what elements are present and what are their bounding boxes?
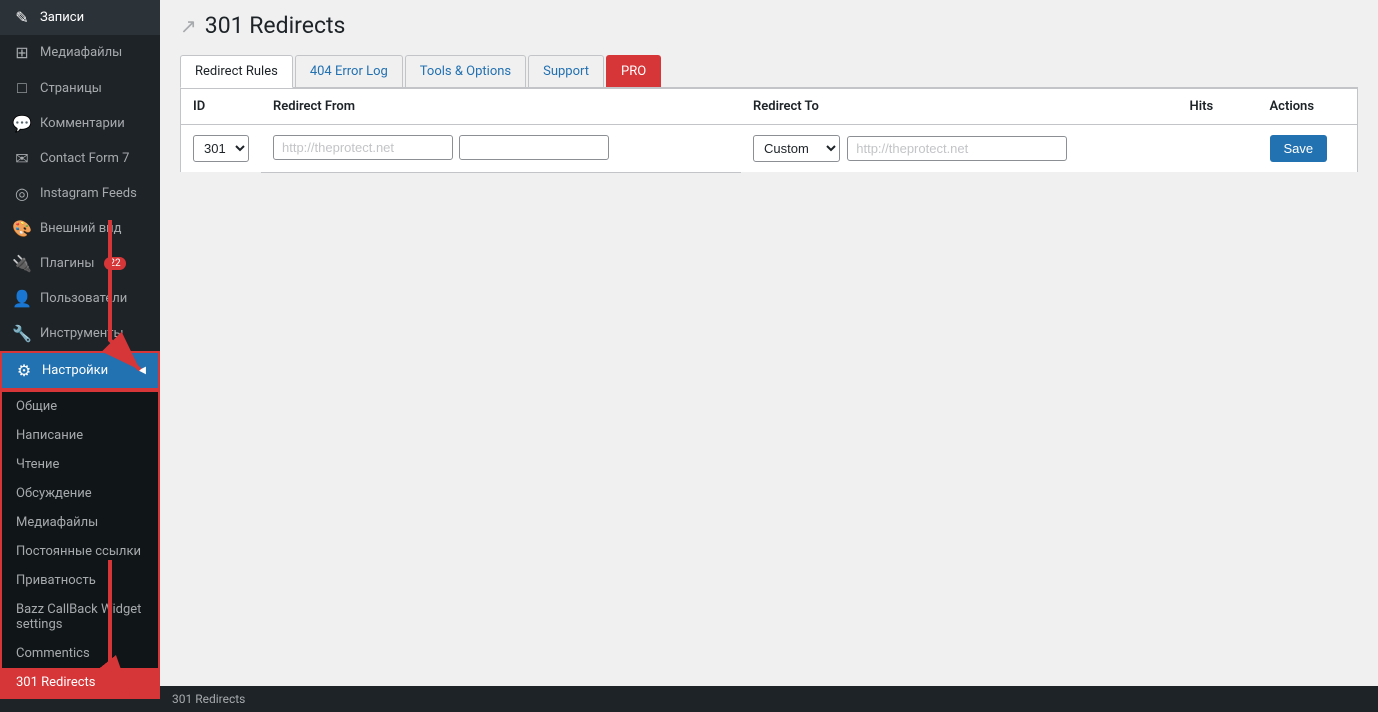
tab-pro[interactable]: PRO: [606, 55, 661, 87]
tab-404-error-log[interactable]: 404 Error Log: [295, 55, 403, 87]
tabs-bar: Redirect Rules 404 Error Log Tools & Opt…: [180, 47, 1358, 88]
contact-form-icon: ✉: [12, 149, 32, 168]
main-content: ↗ 301 Redirects Redirect Rules 404 Error…: [160, 0, 1378, 712]
sidebar-item-plugins[interactable]: 🔌 Плагины 22: [0, 246, 160, 281]
sidebar-item-pages[interactable]: □ Страницы: [0, 70, 160, 106]
save-button[interactable]: Save: [1270, 135, 1328, 162]
posts-icon: ✎: [12, 8, 32, 27]
sidebar-item-tools[interactable]: 🔧 Инструменты: [0, 316, 160, 351]
submenu-commentics[interactable]: Commentics: [2, 639, 158, 668]
sidebar-item-comments[interactable]: 💬 Комментарии: [0, 106, 160, 141]
users-icon: 👤: [12, 289, 32, 308]
sidebar-item-posts[interactable]: ✎ Записи: [0, 0, 160, 35]
status-cell: 301 302 307: [181, 125, 262, 173]
pages-icon: □: [12, 78, 32, 98]
redirect-from-url[interactable]: [273, 135, 453, 160]
col-header-redirect-to: Redirect To: [741, 89, 1178, 125]
appearance-icon: 🎨: [12, 219, 32, 238]
sidebar-item-users[interactable]: 👤 Пользователи: [0, 281, 160, 316]
settings-icon: ⚙: [14, 361, 34, 380]
new-redirect-row: 301 302 307 Custom Page Post: [181, 125, 1358, 173]
col-header-redirect-from: Redirect From: [261, 89, 741, 125]
content-area: Redirect Rules 404 Error Log Tools & Opt…: [160, 47, 1378, 686]
comments-icon: 💬: [12, 114, 32, 133]
submenu-permalinks[interactable]: Постоянные ссылки: [2, 537, 158, 566]
col-header-hits: Hits: [1178, 89, 1258, 125]
wp-footer: 301 Redirects: [160, 686, 1378, 712]
status-select[interactable]: 301 302 307: [193, 135, 249, 162]
redirect-from-extra[interactable]: [459, 135, 609, 160]
sidebar-item-media[interactable]: ⊞ Медиафайлы: [0, 35, 160, 70]
to-cell: Custom Page Post Category: [741, 125, 1178, 173]
redirect-rules-table: ID Redirect From Redirect To Hits Action…: [180, 88, 1358, 173]
col-header-actions: Actions: [1258, 89, 1358, 125]
submenu-privacy[interactable]: Приватность: [2, 566, 158, 595]
submenu-writing[interactable]: Написание: [2, 421, 158, 450]
redirect-type-select[interactable]: Custom Page Post Category: [753, 135, 840, 162]
tools-icon: 🔧: [12, 324, 32, 343]
plugins-icon: 🔌: [12, 254, 32, 273]
submenu-reading[interactable]: Чтение: [2, 450, 158, 479]
sidebar-item-instagram[interactable]: ◎ Instagram Feeds: [0, 176, 160, 211]
sidebar-item-appearance[interactable]: 🎨 Внешний вид: [0, 211, 160, 246]
plugins-badge: 22: [104, 257, 125, 270]
page-title-icon: ↗: [180, 14, 197, 38]
submenu-bazz[interactable]: Bazz CallBack Widget settings: [2, 595, 158, 639]
from-cell: [261, 125, 741, 170]
tab-tools-options[interactable]: Tools & Options: [405, 55, 526, 87]
actions-cell: Save: [1258, 125, 1358, 173]
submenu-redirects[interactable]: 301 Redirects: [2, 668, 158, 697]
col-header-id: ID: [181, 89, 262, 125]
submenu-discussion[interactable]: Обсуждение: [2, 479, 158, 508]
redirect-to-url[interactable]: [847, 136, 1067, 161]
page-title: 301 Redirects: [205, 12, 346, 39]
page-header: ↗ 301 Redirects: [160, 0, 1378, 47]
hits-cell: [1178, 125, 1258, 173]
chevron-icon: ◀: [138, 365, 146, 376]
footer-label: 301 Redirects: [172, 692, 245, 706]
submenu-media[interactable]: Медиафайлы: [2, 508, 158, 537]
settings-submenu: Общие Написание Чтение Обсуждение Медиаф…: [0, 390, 160, 699]
media-icon: ⊞: [12, 43, 32, 62]
sidebar-item-contact-form[interactable]: ✉ Contact Form 7: [0, 141, 160, 176]
tab-redirect-rules[interactable]: Redirect Rules: [180, 55, 293, 88]
instagram-icon: ◎: [12, 184, 32, 203]
tab-support[interactable]: Support: [528, 55, 604, 87]
sidebar: ✎ Записи ⊞ Медиафайлы □ Страницы 💬 Комме…: [0, 0, 160, 712]
submenu-general[interactable]: Общие: [2, 392, 158, 421]
sidebar-item-settings[interactable]: ⚙ Настройки ◀: [0, 351, 160, 390]
